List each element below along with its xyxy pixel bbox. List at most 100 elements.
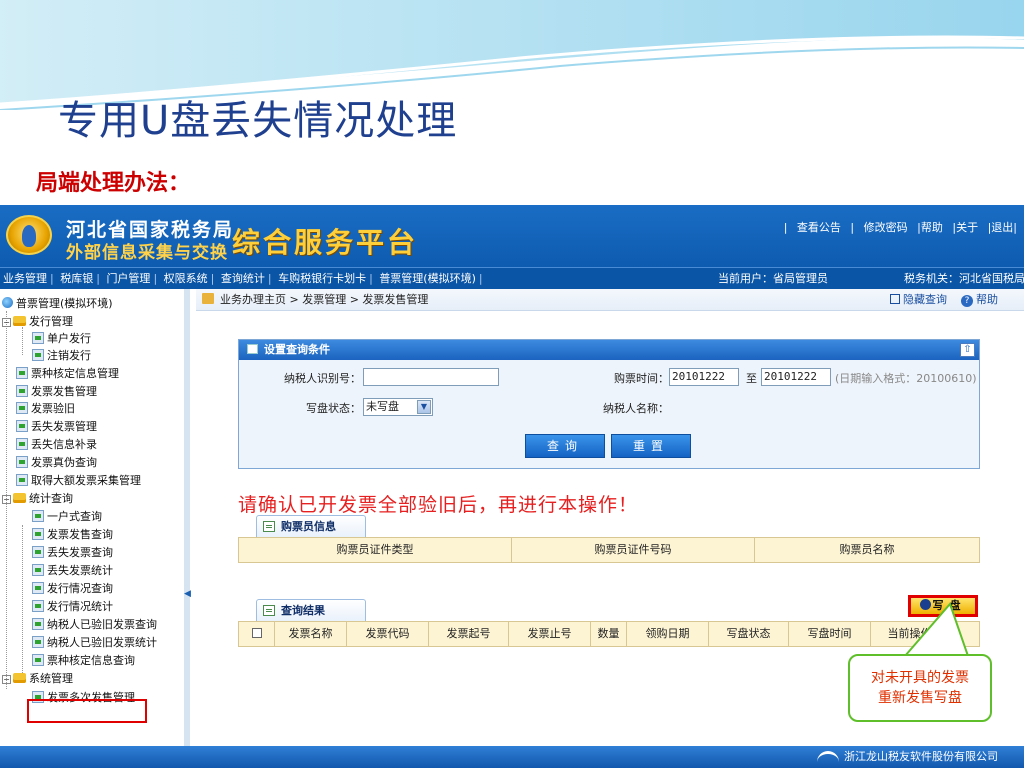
nav-business[interactable]: 业务管理 xyxy=(0,272,50,285)
platform-title: 综合服务平台 xyxy=(232,226,419,259)
collapse-icon[interactable]: − xyxy=(2,318,11,327)
highlight-box xyxy=(27,699,147,723)
nav-treasury[interactable]: 税库银 xyxy=(57,272,96,285)
page-icon xyxy=(32,654,44,666)
page-icon xyxy=(32,332,44,344)
breadcrumb-path: 业务办理主页 > 发票管理 > 发票发售管理 xyxy=(220,293,429,306)
page-icon xyxy=(32,582,44,594)
tree-item-onestop[interactable]: 一户式查询 xyxy=(32,508,102,525)
tree-item-issue-stats[interactable]: 发行情况统计 xyxy=(32,598,113,615)
sidebar-tree: 普票管理(模拟环境) − 发行管理 单户发行 注销发行 票种核定信息管理 发票发售… xyxy=(0,289,191,753)
page-icon xyxy=(32,546,44,558)
breadcrumb: 业务办理主页 > 发票管理 > 发票发售管理 隐藏查询? 帮助 xyxy=(196,289,1024,311)
page-icon xyxy=(16,438,28,450)
col-header: 当前操作员 xyxy=(887,627,943,640)
nav-query-stats[interactable]: 查询统计 xyxy=(218,272,268,285)
page-icon xyxy=(32,618,44,630)
tree-root[interactable]: 普票管理(模拟环境) xyxy=(2,295,113,312)
query-panel: 设置查询条件 ⇧ 纳税人识别号： 购票时间： 20101222 至 201012… xyxy=(238,339,980,469)
page-icon xyxy=(16,420,28,432)
company-logo-icon xyxy=(817,751,839,763)
tax-logo-icon xyxy=(6,215,52,255)
view-notice-link[interactable]: 查看公告 xyxy=(794,221,844,234)
page-icon xyxy=(16,402,28,414)
help-icon: ? xyxy=(961,295,973,307)
callout-line1: 对未开具的发票 xyxy=(871,670,969,686)
tree-item-lost-supplement[interactable]: 丢失信息补录 xyxy=(16,436,97,453)
hide-query-link[interactable]: 隐藏查询 xyxy=(903,293,947,306)
about-link[interactable]: |关于 xyxy=(949,221,981,234)
slide-subtitle: 局端处理办法： xyxy=(36,170,191,196)
tree-item-authenticity[interactable]: 发票真伪查询 xyxy=(16,454,97,471)
page-icon xyxy=(16,456,28,468)
nav-portal[interactable]: 门户管理 xyxy=(103,272,153,285)
results-table-header: 发票名称 发票代码 发票起号 发票止号 数量 领购日期 写盘状态 写盘时间 当前… xyxy=(238,621,980,647)
taxpayer-id-input[interactable] xyxy=(363,368,499,386)
taxpayer-id-label: 纳税人识别号： xyxy=(284,372,361,385)
taxpayer-name-label: 纳税人名称： xyxy=(603,402,669,415)
app-banner: 河北省国家税务局 外部信息采集与交换 综合服务平台 | 查看公告 | 修改密码 … xyxy=(0,205,1024,267)
collapse-up-icon[interactable]: ⇧ xyxy=(960,343,975,357)
nav-vehicle-tax[interactable]: 车购税银行卡划卡 xyxy=(275,272,369,285)
list-icon xyxy=(263,605,275,616)
home-icon xyxy=(202,293,214,304)
tree-item-sale-query[interactable]: 发票发售查询 xyxy=(32,526,113,543)
tree-item-verified-stats[interactable]: 纳税人已验旧发票统计 xyxy=(32,634,157,651)
tree-item-type-query[interactable]: 票种核定信息查询 xyxy=(32,652,135,669)
folder-icon xyxy=(13,673,26,683)
tree-group-issuance[interactable]: − 发行管理 xyxy=(2,313,73,330)
top-sep: | xyxy=(850,221,855,234)
tree-item-verify-old[interactable]: 发票验旧 xyxy=(16,400,75,417)
nav-permission[interactable]: 权限系统 xyxy=(161,272,211,285)
help-link[interactable]: |帮助 xyxy=(914,221,946,234)
date-format-hint: (日期输入格式：20100610) xyxy=(835,372,977,385)
tree-item-sale-mgmt[interactable]: 发票发售管理 xyxy=(16,383,97,400)
form-icon xyxy=(247,344,258,354)
page-icon xyxy=(32,349,44,361)
current-user: 当前用户：省局管理员 xyxy=(718,272,828,285)
tab-buyer-info[interactable]: 购票员信息 xyxy=(256,515,366,537)
write-disk-button[interactable]: 写盘 xyxy=(908,595,978,617)
tree-item-cancel-issue[interactable]: 注销发行 xyxy=(32,347,91,364)
date-from-input[interactable]: 20101222 xyxy=(669,368,739,386)
purchase-time-label: 购票时间： xyxy=(614,372,669,385)
tree-group-system[interactable]: − 系统管理 xyxy=(2,670,73,687)
tree-item-single-issue[interactable]: 单户发行 xyxy=(32,330,91,347)
tree-item-issue-query[interactable]: 发行情况查询 xyxy=(32,580,113,597)
reset-button[interactable]: 重置 xyxy=(611,434,691,458)
tree-group-stats[interactable]: − 统计查询 xyxy=(2,490,73,507)
tree-item-verified-query[interactable]: 纳税人已验旧发票查询 xyxy=(32,616,157,633)
help-link-main[interactable]: 帮助 xyxy=(976,293,998,306)
date-to-input[interactable]: 20101222 xyxy=(761,368,831,386)
write-status-select[interactable]: 未写盘 ▼ xyxy=(363,398,433,416)
tree-item-lost-query[interactable]: 丢失发票查询 xyxy=(32,544,113,561)
tree-item-large-invoice[interactable]: 取得大额发票采集管理 xyxy=(16,472,141,489)
nav-invoice-sim[interactable]: 普票管理(模拟环境) xyxy=(376,272,479,285)
tree-item-lost-stats[interactable]: 丢失发票统计 xyxy=(32,562,113,579)
col-header: 发票代码 xyxy=(347,622,429,646)
tree-item-lost-invoice[interactable]: 丢失发票管理 xyxy=(16,418,97,435)
chevron-down-icon[interactable]: ▼ xyxy=(417,400,431,414)
page-icon xyxy=(32,636,44,648)
col-header: 发票名称 xyxy=(275,622,347,646)
page-icon xyxy=(16,367,28,379)
buyer-table-header: 购票员证件类型 购票员证件号码 购票员名称 xyxy=(238,537,980,563)
logout-link[interactable]: |退出| xyxy=(985,221,1020,234)
col-header: 发票起号 xyxy=(429,622,509,646)
select-all-checkbox[interactable] xyxy=(251,628,262,638)
collapse-icon[interactable]: − xyxy=(2,675,11,684)
query-button[interactable]: 查询 xyxy=(525,434,605,458)
main-nav: 业务管理 | 税库银 | 门户管理 | 权限系统 | 查询统计 | 车购税银行卡划卡 | 普… xyxy=(0,267,1024,289)
callout-line2: 重新发售写盘 xyxy=(878,690,962,706)
slide-title: 专用U盘丢失情况处理 xyxy=(58,98,458,144)
sidebar-collapse-icon[interactable]: ◀ xyxy=(184,589,191,601)
col-header: 数量 xyxy=(591,622,627,646)
globe-icon xyxy=(2,297,13,308)
callout-note: 对未开具的发票 重新发售写盘 xyxy=(848,654,992,722)
page-icon xyxy=(16,385,28,397)
change-password-link[interactable]: 修改密码 xyxy=(861,221,911,234)
tab-query-results[interactable]: 查询结果 xyxy=(256,599,366,621)
collapse-icon[interactable]: − xyxy=(2,495,11,504)
col-header: 写盘时间 xyxy=(789,622,871,646)
tree-item-type-approval[interactable]: 票种核定信息管理 xyxy=(16,365,119,382)
